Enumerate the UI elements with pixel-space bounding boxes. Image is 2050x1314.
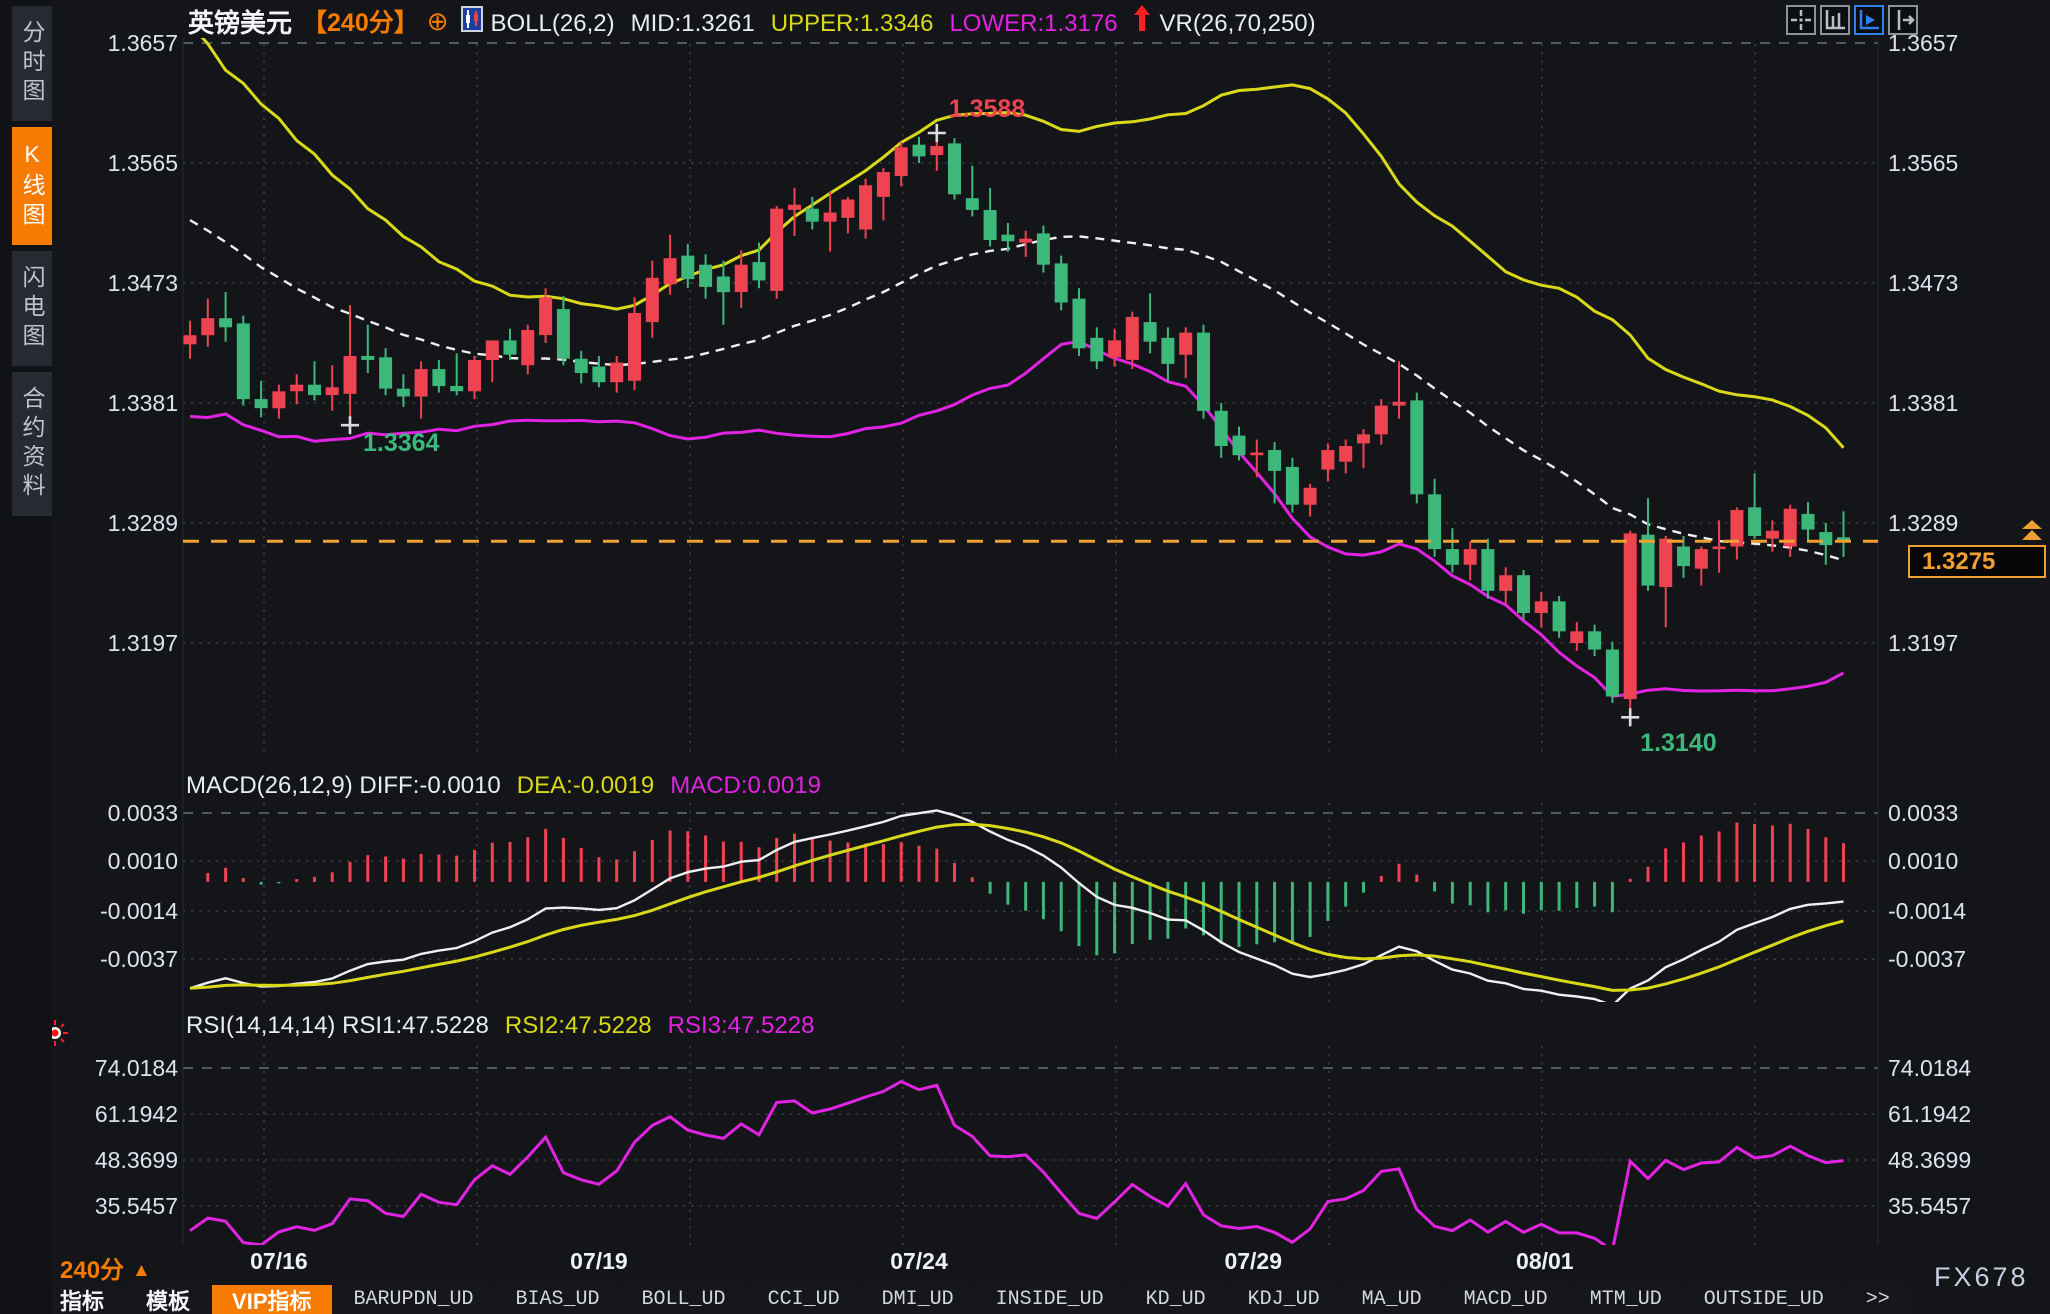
tab-[interactable]: 指标	[40, 1285, 124, 1314]
readout: UPPER:1.3346	[771, 10, 934, 37]
macd-dea-line	[190, 824, 1844, 990]
indicator-candle-icon[interactable]	[461, 6, 483, 37]
tab-inside_ud[interactable]: INSIDE_UD	[976, 1285, 1124, 1314]
period-selector[interactable]: 240分 ▲	[60, 1250, 151, 1285]
readout: RSI(14,14,14) RSI1:47.5228	[186, 1012, 489, 1039]
crosshair-move-icon[interactable]	[1786, 5, 1816, 35]
tab-[interactable]: >>	[1846, 1285, 1910, 1314]
candles-layer	[184, 133, 1851, 717]
axis-shift-icon[interactable]	[1888, 5, 1918, 35]
chart-type-sidebar: 分时图 K线图闪电图合约资料	[0, 0, 52, 1314]
axis-scale-icon[interactable]	[1820, 5, 1850, 35]
readout: MACD(26,12,9) DIFF:-0.0010	[186, 772, 501, 799]
rsi-line	[190, 1082, 1844, 1251]
tab-mtm_ud[interactable]: MTM_UD	[1570, 1285, 1682, 1314]
chart-canvas[interactable]	[0, 0, 2050, 1314]
tab-ma_ud[interactable]: MA_UD	[1342, 1285, 1442, 1314]
readout: MID:1.3261	[631, 10, 755, 37]
trading-app-window: 分时图 K线图闪电图合约资料 英镑美元 【240分】 ⊕ BOLL(26,2) MI…	[0, 0, 2050, 1314]
indicator-tab-bar: 指标模板VIP指标BARUPDN_UDBIAS_UDBOLL_UDCCI_UDD…	[40, 1285, 1912, 1314]
up-arrow-icon	[1134, 18, 1150, 35]
price-annotation: 1.3588	[949, 95, 1025, 124]
tab-boll_ud[interactable]: BOLL_UD	[622, 1285, 746, 1314]
price-up-arrows-icon	[2020, 520, 2044, 547]
chart-header: 英镑美元 【240分】 ⊕ BOLL(26,2) MID:1.3261 UPPER:…	[188, 5, 1332, 37]
tab-barupdn_ud[interactable]: BARUPDN_UD	[334, 1285, 494, 1314]
watermark: FX678	[1934, 1262, 2029, 1293]
current-price-value: 1.3275	[1922, 548, 1995, 576]
price-annotation: 1.3140	[1640, 729, 1716, 758]
readout: RSI2:47.5228	[505, 1012, 652, 1039]
sidebar-item-3[interactable]: 合约资料	[12, 372, 52, 516]
macd-panel-header: MACD(26,12,9) DIFF:-0.0010 DEA:-0.0019 MAC…	[186, 772, 837, 800]
symbol-name: 英镑美元	[188, 3, 292, 40]
chart-toolbar	[1786, 5, 1922, 35]
tab-kd_ud[interactable]: KD_UD	[1126, 1285, 1226, 1314]
tab-[interactable]: 模板	[126, 1285, 210, 1314]
readout: RSI3:47.5228	[668, 1012, 815, 1039]
tab-outside_ud[interactable]: OUTSIDE_UD	[1684, 1285, 1844, 1314]
period-badge: 【240分】	[302, 3, 419, 39]
sidebar-item-0[interactable]: 分时图	[12, 6, 52, 121]
readout: VR(26,70,250)	[1160, 10, 1316, 37]
indicator-readouts: BOLL(26,2) MID:1.3261 UPPER:1.3346 LOWER:1.…	[491, 5, 1332, 38]
readout: DEA:-0.0019	[517, 772, 654, 799]
sidebar-item-2[interactable]: 闪电图	[12, 251, 52, 366]
period-label: 240分	[60, 1257, 124, 1284]
readout: BOLL(26,2)	[491, 10, 615, 37]
macd-diff-line	[190, 811, 1844, 1006]
expand-icon[interactable]: ⊕	[427, 8, 449, 34]
tab-vip[interactable]: VIP指标	[212, 1285, 331, 1314]
tab-macd_ud[interactable]: MACD_UD	[1444, 1285, 1568, 1314]
current-price-tag: 1.3275	[1908, 545, 2046, 578]
rsi-panel-header: RSI(14,14,14) RSI1:47.5228 RSI2:47.5228 RS…	[186, 1012, 830, 1040]
tab-cci_ud[interactable]: CCI_UD	[748, 1285, 860, 1314]
readout: LOWER:1.3176	[949, 10, 1117, 37]
triangle-up-icon: ▲	[132, 1260, 151, 1281]
price-annotation: 1.3364	[363, 429, 439, 458]
auto-scroll-icon[interactable]	[1854, 5, 1884, 35]
tab-dmi_ud[interactable]: DMI_UD	[862, 1285, 974, 1314]
sidebar-item-1[interactable]: K线图	[12, 127, 52, 245]
tab-kdj_ud[interactable]: KDJ_UD	[1228, 1285, 1340, 1314]
readout: MACD:0.0019	[670, 772, 821, 799]
tab-bias_ud[interactable]: BIAS_UD	[496, 1285, 620, 1314]
